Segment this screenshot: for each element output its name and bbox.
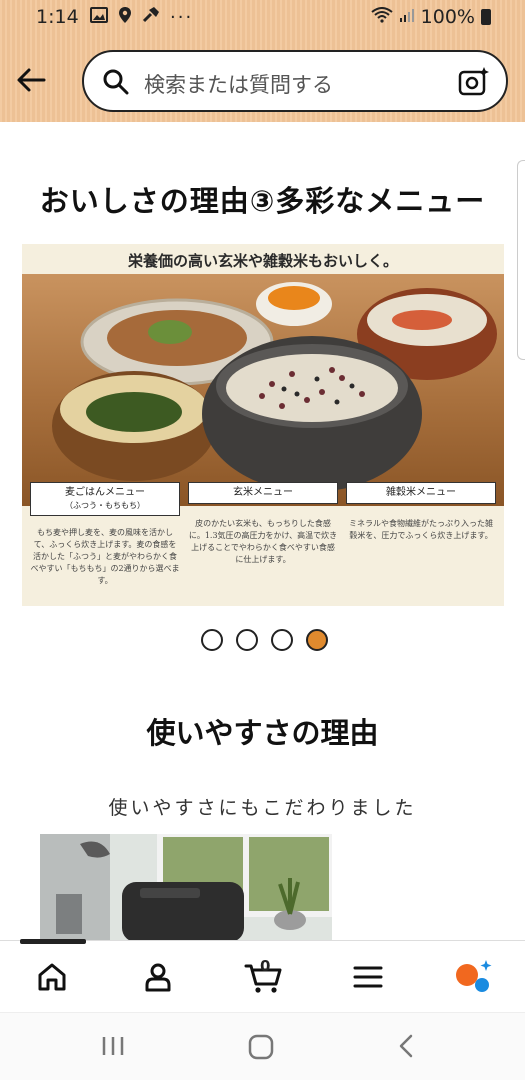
- battery-icon: [481, 9, 491, 25]
- active-tab-indicator: [20, 939, 86, 944]
- menu-icon: [353, 966, 383, 988]
- bottom-navigation: 0: [0, 939, 525, 1012]
- location-icon: [118, 6, 132, 28]
- nav-home[interactable]: [30, 955, 74, 999]
- nav-cart[interactable]: 0: [240, 955, 288, 999]
- menu-label-multigrain: 雑穀米メニュー: [346, 482, 496, 504]
- kitchen-rice-cooker-photo: [40, 834, 332, 942]
- app-header: 1:14 ··· 100% 検索または質問する: [0, 0, 525, 122]
- home-icon: [38, 963, 66, 991]
- carousel-dot-4[interactable]: [306, 629, 328, 651]
- status-bar: 1:14 ··· 100%: [0, 0, 525, 36]
- status-time: 1:14: [36, 6, 79, 28]
- menu-label-barley-title: 麦ごはんメニュー: [65, 487, 145, 498]
- status-notification-icons: ···: [90, 6, 193, 28]
- section-title-usability: 使いやすさの理由: [146, 716, 379, 750]
- menu-labels: 麦ごはんメニュー （ふつう・もちもち） 玄米メニュー 雑穀米メニュー: [30, 482, 496, 516]
- menu-label-barley: 麦ごはんメニュー （ふつう・もちもち）: [30, 482, 180, 516]
- carousel-dot-1[interactable]: [201, 629, 223, 651]
- menu-label-brown-rice: 玄米メニュー: [188, 482, 338, 504]
- status-right: 100%: [371, 6, 491, 28]
- carousel-dot-3[interactable]: [271, 629, 293, 651]
- back-arrow-icon: [17, 68, 46, 92]
- carousel-dots: [201, 629, 328, 651]
- section-subtitle-usability: 使いやすさにもこだわりました: [108, 797, 417, 819]
- signal-icon: [399, 6, 415, 28]
- home-system-button[interactable]: [247, 1033, 275, 1065]
- nav-rufus-assistant[interactable]: [450, 955, 494, 999]
- account-icon: [145, 963, 171, 992]
- search-input[interactable]: 検索または質問する: [144, 69, 333, 99]
- more-dots-icon: ···: [170, 6, 194, 28]
- menu-desc-brown-rice: 皮のかたい玄米も、もっちりした食感に。1.3気圧の高圧力をかけ、高温で炊き上げる…: [188, 519, 338, 564]
- cart-count-badge: 0: [260, 957, 271, 975]
- menu-carousel-slide[interactable]: 栄養価の高い玄米や雑穀米もおいしく。 麦ごはんメニュー （ふつう・もちもち） 玄…: [22, 244, 504, 606]
- menu-label-barley-sub: （ふつう・もちもち）: [65, 501, 145, 510]
- rufus-icon: [456, 960, 492, 992]
- battery-text: 100%: [420, 6, 475, 28]
- nav-account[interactable]: [136, 955, 180, 999]
- carousel-dot-2[interactable]: [236, 629, 258, 651]
- back-button[interactable]: [14, 62, 50, 98]
- hammer-icon: [142, 6, 160, 28]
- search-bar[interactable]: 検索または質問する: [82, 50, 508, 112]
- menu-descriptions: もち麦や押し麦を、麦の風味を活かして、ふっくら炊き上げます。麦の食感を活かした「…: [30, 519, 496, 587]
- section-title-menu: おいしさの理由③多彩なメニュー: [39, 184, 486, 218]
- image-icon: [90, 7, 108, 27]
- rice-dishes-photo: [22, 274, 504, 506]
- search-icon: [102, 68, 130, 96]
- home-system-icon: [248, 1034, 274, 1060]
- recent-apps-button[interactable]: [100, 1033, 126, 1063]
- wifi-icon: [371, 6, 393, 28]
- nav-menu[interactable]: [346, 955, 390, 999]
- back-system-icon: [399, 1034, 413, 1058]
- banner-title: 栄養価の高い玄米や雑穀米もおいしく。: [127, 252, 398, 270]
- recent-apps-icon: [102, 1037, 124, 1055]
- android-navigation-bar: [0, 1012, 525, 1080]
- back-system-button[interactable]: [396, 1033, 416, 1063]
- menu-desc-barley: もち麦や押し麦を、麦の風味を活かして、ふっくら炊き上げます。麦の食感を活かした「…: [30, 528, 180, 585]
- menu-desc-multigrain: ミネラルや食物繊維がたっぷり入った雑穀米を、圧力でふっくら炊き上げます。: [349, 519, 493, 540]
- camera-search-icon[interactable]: [458, 66, 490, 98]
